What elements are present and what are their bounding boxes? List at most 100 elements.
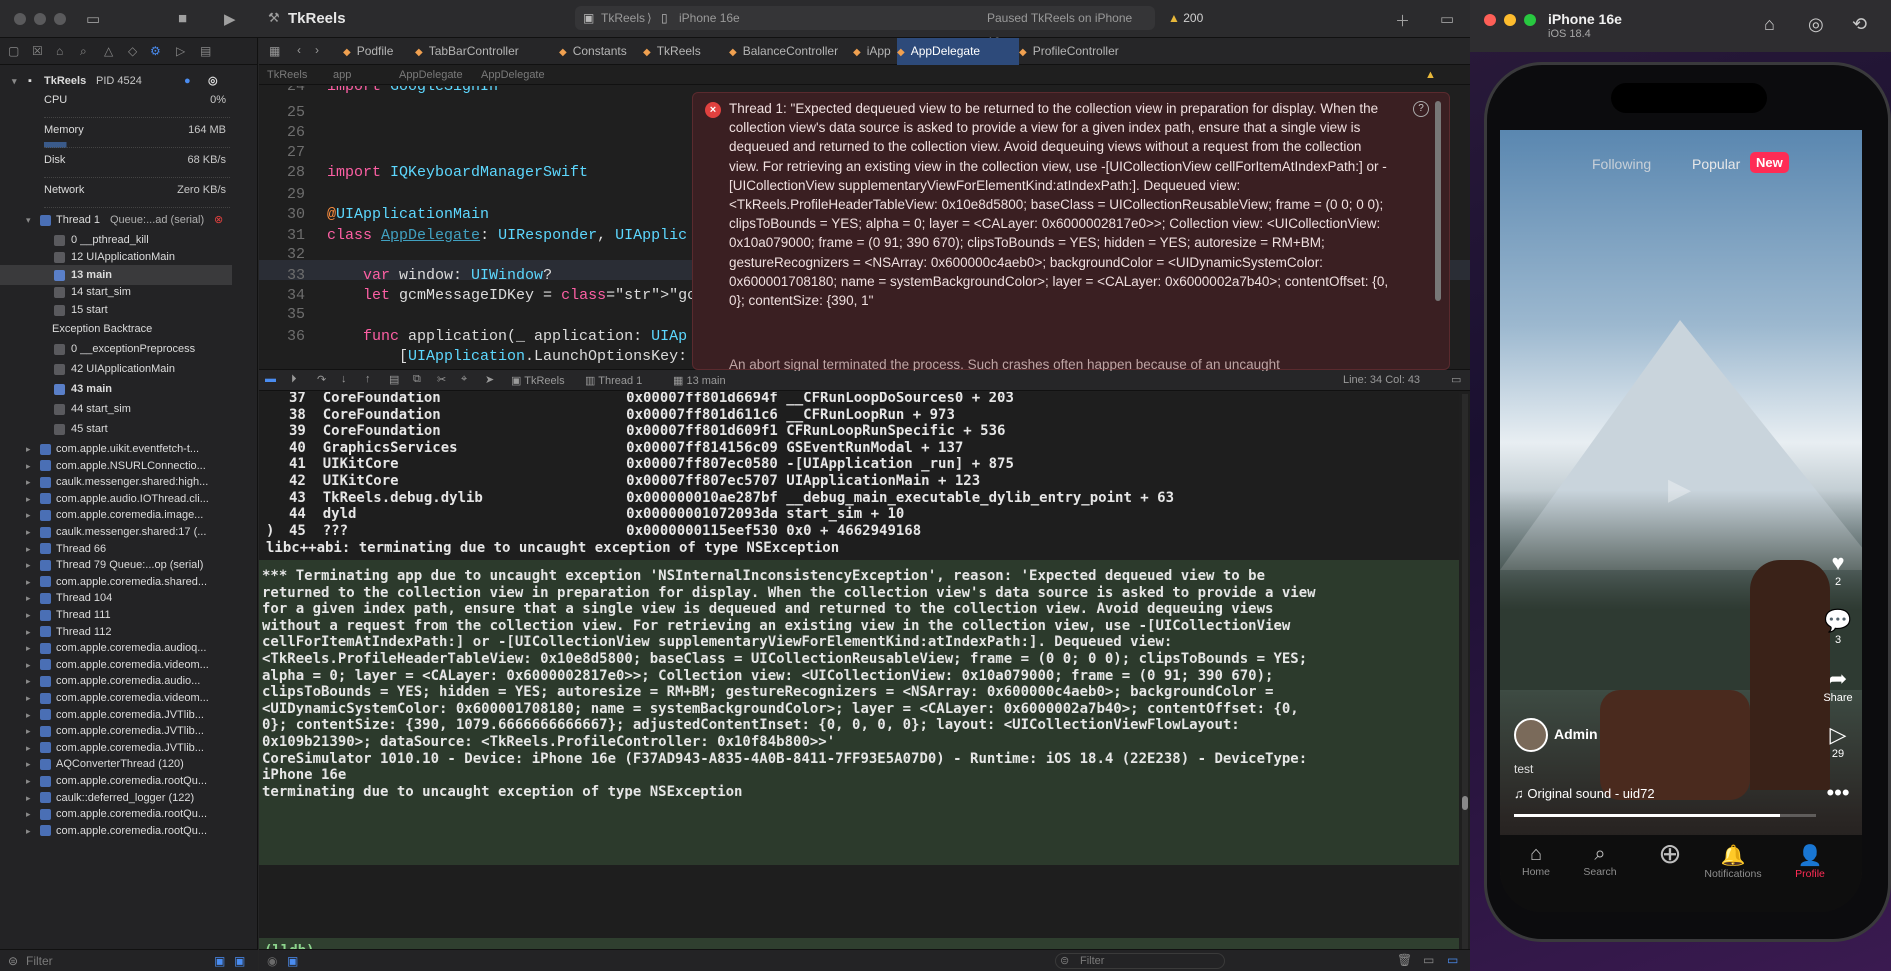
- chevron-down-icon[interactable]: ▾: [26, 210, 31, 230]
- code-line[interactable]: class AppDelegate: UIResponder, UIApplic: [327, 227, 687, 244]
- panel-toggle-icon[interactable]: ▭: [1451, 373, 1461, 386]
- step-out-icon[interactable]: ↑: [365, 373, 371, 385]
- code-line[interactable]: var window: UIWindow?: [327, 267, 552, 284]
- close-window-button[interactable]: [14, 13, 26, 25]
- process-row[interactable]: ▾ ▪ TkReels PID 4524 ● ◎: [0, 71, 232, 91]
- stop-icon[interactable]: ■: [178, 10, 187, 27]
- tab-tkreels[interactable]: ◆ TkReels: [643, 38, 725, 65]
- tab-notifications[interactable]: 🔔 Notifications: [1694, 843, 1772, 880]
- more-button[interactable]: •••: [1818, 780, 1858, 806]
- jump-item[interactable]: TkReels: [267, 65, 307, 85]
- feed-tab-following[interactable]: Following: [1592, 156, 1651, 172]
- avatar[interactable]: [1514, 718, 1548, 752]
- popover-scrollbar[interactable]: [1435, 101, 1441, 301]
- minimize-window-button[interactable]: [34, 13, 46, 25]
- chevron-right-icon[interactable]: ▸: [26, 821, 31, 841]
- tab-constants[interactable]: ◆ Constants: [559, 38, 639, 65]
- view-hierarchy-icon[interactable]: ▤: [389, 373, 399, 386]
- warning-icon[interactable]: ▲: [1425, 65, 1436, 85]
- tab-balancecontroller[interactable]: ◆ BalanceController: [729, 38, 849, 65]
- activity-view[interactable]: ▣ TkReels ⟩ ▯ iPhone 16e Paused TkReels …: [575, 6, 1155, 49]
- run-icon[interactable]: ▶: [224, 10, 236, 28]
- jump-item[interactable]: AppDelegate: [481, 65, 545, 85]
- breakpoint-icon[interactable]: ▷: [176, 44, 185, 58]
- thread-row[interactable]: ▸ com.apple.coremedia.rootQu...: [0, 821, 232, 841]
- find-icon[interactable]: ⌕: [80, 44, 87, 59]
- grid-icon[interactable]: ▦: [269, 44, 280, 58]
- frame-row[interactable]: 43 main: [0, 379, 232, 399]
- frame-row[interactable]: 15 start: [0, 300, 232, 320]
- split-view-icon[interactable]: ▭: [1447, 953, 1458, 967]
- views-button[interactable]: ▷ 29: [1818, 722, 1858, 760]
- info-icon[interactable]: ●: [184, 71, 191, 91]
- code-line[interactable]: func application(_ application: UIAp: [327, 328, 687, 345]
- output-options-icon[interactable]: ▣: [287, 954, 298, 968]
- warnings-badge[interactable]: ▲ 200: [1168, 11, 1203, 25]
- memory-graph-icon[interactable]: ⧉: [413, 373, 421, 386]
- frame-row[interactable]: 14 start_sim: [0, 282, 232, 302]
- split-view-icon[interactable]: ▭: [1423, 953, 1434, 967]
- navigator-filter-input[interactable]: Filter: [26, 954, 53, 968]
- console-filter-input[interactable]: ⊜ Filter: [1055, 953, 1225, 969]
- like-button[interactable]: ♥ 2: [1818, 550, 1858, 588]
- debug-path-frame[interactable]: ▦ 13 main: [673, 374, 726, 387]
- test-icon[interactable]: ◇: [128, 44, 137, 58]
- bookmark-icon[interactable]: ⌂: [56, 44, 63, 58]
- feed-tab-popular[interactable]: Popular: [1692, 156, 1740, 172]
- project-navigator-icon[interactable]: ▢: [8, 44, 19, 58]
- close-window-button[interactable]: [1484, 14, 1496, 26]
- author-name[interactable]: Admin: [1554, 726, 1598, 742]
- step-over-icon[interactable]: ↷: [317, 373, 326, 386]
- tab-profilecontroller[interactable]: ◆ ProfileController: [1019, 38, 1139, 65]
- tab-profile[interactable]: 👤 Profile: [1778, 843, 1842, 880]
- zoom-window-button[interactable]: [1524, 14, 1536, 26]
- tab-appdelegate[interactable]: ◆ AppDelegate: [897, 38, 1019, 65]
- environment-icon[interactable]: ✂: [437, 373, 446, 386]
- console-output[interactable]: 37 CoreFoundation 0x00007ff801d6694f __C…: [259, 392, 1459, 956]
- scheme-label[interactable]: TkReels: [601, 6, 645, 30]
- chevron-down-icon[interactable]: ▾: [12, 71, 17, 91]
- tab-podfile[interactable]: ◆ Podfile: [343, 38, 413, 65]
- frame-row[interactable]: 44 start_sim: [0, 399, 232, 419]
- frame-row[interactable]: 0 __exceptionPreprocess: [0, 339, 232, 359]
- run-destination[interactable]: iPhone 16e: [679, 6, 740, 30]
- issue-icon[interactable]: △: [104, 44, 113, 58]
- gauge-memory[interactable]: Memory 164 MB: [0, 120, 232, 140]
- trash-icon[interactable]: 🗑: [1397, 953, 1412, 967]
- forward-icon[interactable]: ›: [315, 43, 319, 57]
- filter-options-icon[interactable]: ▣: [234, 954, 245, 968]
- sound-row[interactable]: ♫ Original sound - uid72: [1514, 786, 1655, 801]
- home-icon[interactable]: ⌂: [1764, 14, 1775, 35]
- tab-iapp[interactable]: ◆ iApp: [853, 38, 893, 65]
- code-line[interactable]: [UIApplication.LaunchOptionsKey:: [327, 348, 687, 365]
- code-line[interactable]: import IQKeyboardManagerSwift: [327, 164, 588, 181]
- play-icon[interactable]: ▶: [1668, 472, 1691, 507]
- help-icon[interactable]: ?: [1413, 101, 1429, 117]
- breakpoints-toggle-icon[interactable]: ▬: [265, 373, 276, 385]
- simulate-location-icon[interactable]: ⌖: [461, 373, 467, 386]
- tab-home[interactable]: ⌂ Home: [1504, 843, 1568, 878]
- console-scrollbar[interactable]: [1462, 394, 1468, 954]
- gauge-cpu[interactable]: CPU 0%: [0, 90, 232, 110]
- tab-tabbarcontroller[interactable]: ◆ TabBarController: [415, 38, 555, 65]
- debug-path-process[interactable]: ▣ TkReels: [511, 374, 565, 387]
- rotate-icon[interactable]: ⟲: [1852, 14, 1867, 35]
- code-line[interactable]: import GoogleSignIn: [327, 86, 498, 95]
- source-control-icon[interactable]: ☒: [32, 44, 43, 58]
- gauge-disk[interactable]: Disk 68 KB/s: [0, 150, 232, 170]
- frame-row[interactable]: 45 start: [0, 419, 232, 439]
- thread-row-1[interactable]: ▾ Thread 1 Queue:...ad (serial) ⊗: [0, 210, 232, 230]
- phone-screen[interactable]: Following Popular New ▶ ♥ 2 💬 3 ➦ Share ▷ 29…: [1500, 130, 1862, 912]
- back-icon[interactable]: ‹: [297, 43, 301, 57]
- add-icon[interactable]: ＋: [1395, 10, 1410, 31]
- tab-create[interactable]: ⊕: [1638, 837, 1702, 870]
- eye-icon[interactable]: ◉: [267, 954, 277, 968]
- sidebar-toggle-icon[interactable]: ▭: [86, 10, 100, 28]
- video-progress-track[interactable]: [1514, 814, 1816, 817]
- inspector-toggle-icon[interactable]: ▭: [1440, 10, 1454, 28]
- report-icon[interactable]: ▤: [200, 44, 211, 58]
- jump-item[interactable]: app: [333, 65, 351, 85]
- frame-row[interactable]: 12 UIApplicationMain: [0, 247, 232, 267]
- debug-navigator-icon[interactable]: ⚙: [150, 44, 161, 58]
- feed-tab-new[interactable]: New: [1750, 152, 1789, 173]
